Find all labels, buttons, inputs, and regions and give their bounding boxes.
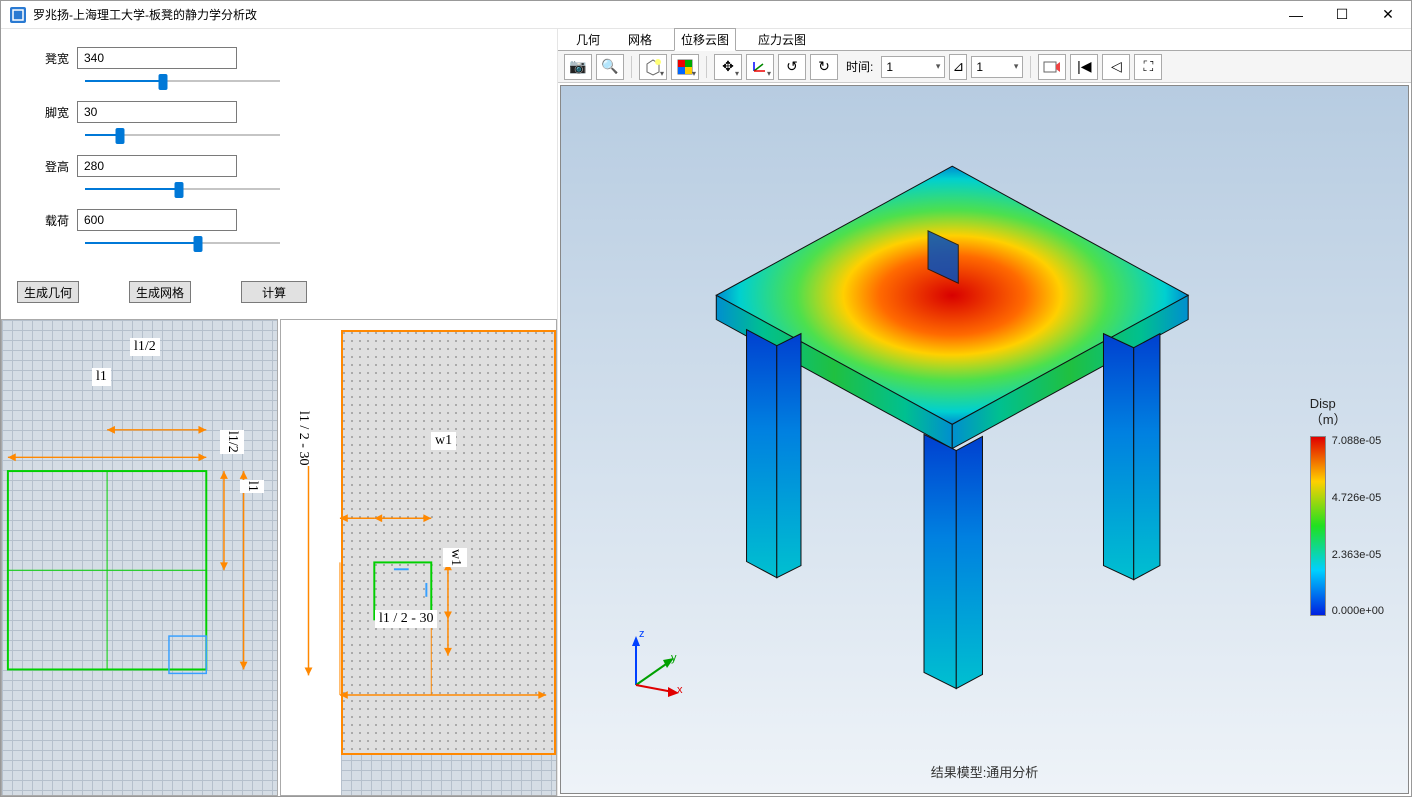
param-row-load: 载荷 (21, 209, 537, 231)
sketch-view-right[interactable]: l1 / 2 - 30 w1 w1 l1 / 2 - 30 (280, 319, 557, 796)
legend-tick: 2.363e-05 (1332, 549, 1384, 561)
legend-tick: 0.000e+00 (1332, 605, 1384, 617)
viewport-toolbar: 📷 🔍 ✥ ↺ ↻ 时间: 1 ⊿ 1 |◀ ◁ ⛶ (558, 51, 1411, 83)
axis-triad: z y x (621, 630, 691, 703)
param-row-width: 凳宽 (21, 47, 537, 69)
close-button[interactable]: ✕ (1365, 1, 1411, 29)
param-input-legwidth[interactable] (77, 101, 237, 123)
colormap-icon[interactable] (671, 54, 699, 80)
camera-icon[interactable]: 📷 (564, 54, 592, 80)
render-style-icon[interactable] (639, 54, 667, 80)
left-panel: 凳宽 脚宽 登高 载荷 (1, 29, 557, 796)
legend-ticks: 7.088e-05 4.726e-05 2.363e-05 0.000e+00 (1332, 435, 1384, 617)
window-controls: — ☐ ✕ (1273, 1, 1403, 29)
colorbar (1310, 436, 1326, 616)
time-step-select[interactable]: 1 (971, 56, 1023, 78)
action-buttons: 生成几何 生成网格 计算 (1, 273, 557, 319)
rotate-ccw-icon[interactable]: ↺ (778, 54, 806, 80)
time-label: 时间: (846, 58, 873, 75)
dim-label: w1 (443, 548, 467, 567)
dim-label: l1/2 (130, 338, 160, 356)
slider-height[interactable] (85, 179, 280, 199)
app-window: 罗兆扬-上海理工大学-板凳的静力学分析改 — ☐ ✕ 凳宽 脚宽 (0, 0, 1412, 797)
legend-title: Disp （m） (1310, 396, 1384, 427)
generate-mesh-button[interactable]: 生成网格 (129, 281, 191, 303)
param-label: 脚宽 (21, 104, 77, 121)
legend-tick: 7.088e-05 (1332, 435, 1384, 447)
first-frame-icon[interactable]: |◀ (1070, 54, 1098, 80)
result-viewport[interactable]: z y x 结果模型:通用分析 Disp （m） 7.088e-05 (560, 85, 1409, 794)
param-label: 载荷 (21, 212, 77, 229)
dim-label: l1 / 2 - 30 (291, 410, 315, 466)
rotate-cw-icon[interactable]: ↻ (810, 54, 838, 80)
axis-y-label: y (671, 652, 677, 664)
zoom-icon[interactable]: 🔍 (596, 54, 624, 80)
param-row-height: 登高 (21, 155, 537, 177)
pan-icon[interactable]: ✥ (714, 54, 742, 80)
orient-icon[interactable] (746, 54, 774, 80)
tab-geometry[interactable]: 几何 (570, 29, 606, 50)
legend-tick: 4.726e-05 (1332, 492, 1384, 504)
record-icon[interactable] (1038, 54, 1066, 80)
dim-label: l1 (92, 368, 111, 386)
time-select[interactable]: 1 (881, 56, 945, 78)
view-tabs: 几何 网格 位移云图 应力云图 (558, 29, 1411, 51)
param-label: 登高 (21, 158, 77, 175)
slider-width[interactable] (85, 71, 280, 91)
tab-stress[interactable]: 应力云图 (752, 29, 812, 50)
app-icon (9, 6, 27, 24)
expand-icon[interactable]: ⛶ (1134, 54, 1162, 80)
dim-label: w1 (431, 432, 456, 450)
axis-x-label: x (677, 684, 683, 696)
param-input-load[interactable] (77, 209, 237, 231)
prev-frame-icon[interactable]: ◁ (1102, 54, 1130, 80)
param-input-height[interactable] (77, 155, 237, 177)
minimize-button[interactable]: — (1273, 1, 1319, 29)
slider-load[interactable] (85, 233, 280, 253)
compute-button[interactable]: 计算 (241, 281, 307, 303)
color-legend: Disp （m） 7.088e-05 4.726e-05 2.363e-05 0… (1310, 396, 1384, 617)
titlebar: 罗兆扬-上海理工大学-板凳的静力学分析改 — ☐ ✕ (1, 1, 1411, 29)
tab-mesh[interactable]: 网格 (622, 29, 658, 50)
slider-legwidth[interactable] (85, 125, 280, 145)
axis-z-label: z (639, 628, 645, 640)
window-title: 罗兆扬-上海理工大学-板凳的静力学分析改 (33, 6, 1273, 23)
dim-label: l1 (240, 480, 264, 493)
generate-geometry-button[interactable]: 生成几何 (17, 281, 79, 303)
right-panel: 几何 网格 位移云图 应力云图 📷 🔍 ✥ ↺ ↻ 时间: 1 ⊿ 1 (557, 29, 1411, 796)
dim-label: l1 / 2 - 30 (375, 610, 437, 628)
param-row-legwidth: 脚宽 (21, 101, 537, 123)
time-slider-tick[interactable]: ⊿ (949, 54, 967, 80)
parameters-panel: 凳宽 脚宽 登高 载荷 (1, 29, 557, 273)
viewport-caption: 结果模型:通用分析 (931, 762, 1039, 781)
dim-label: l1/2 (220, 430, 244, 454)
param-input-width[interactable] (77, 47, 237, 69)
maximize-button[interactable]: ☐ (1319, 1, 1365, 29)
sketch-area: l1/2 l1 l1/2 l1 (1, 319, 557, 796)
param-label: 凳宽 (21, 50, 77, 67)
sketch-view-left[interactable]: l1/2 l1 l1/2 l1 (1, 319, 278, 796)
tab-displacement[interactable]: 位移云图 (674, 28, 736, 51)
